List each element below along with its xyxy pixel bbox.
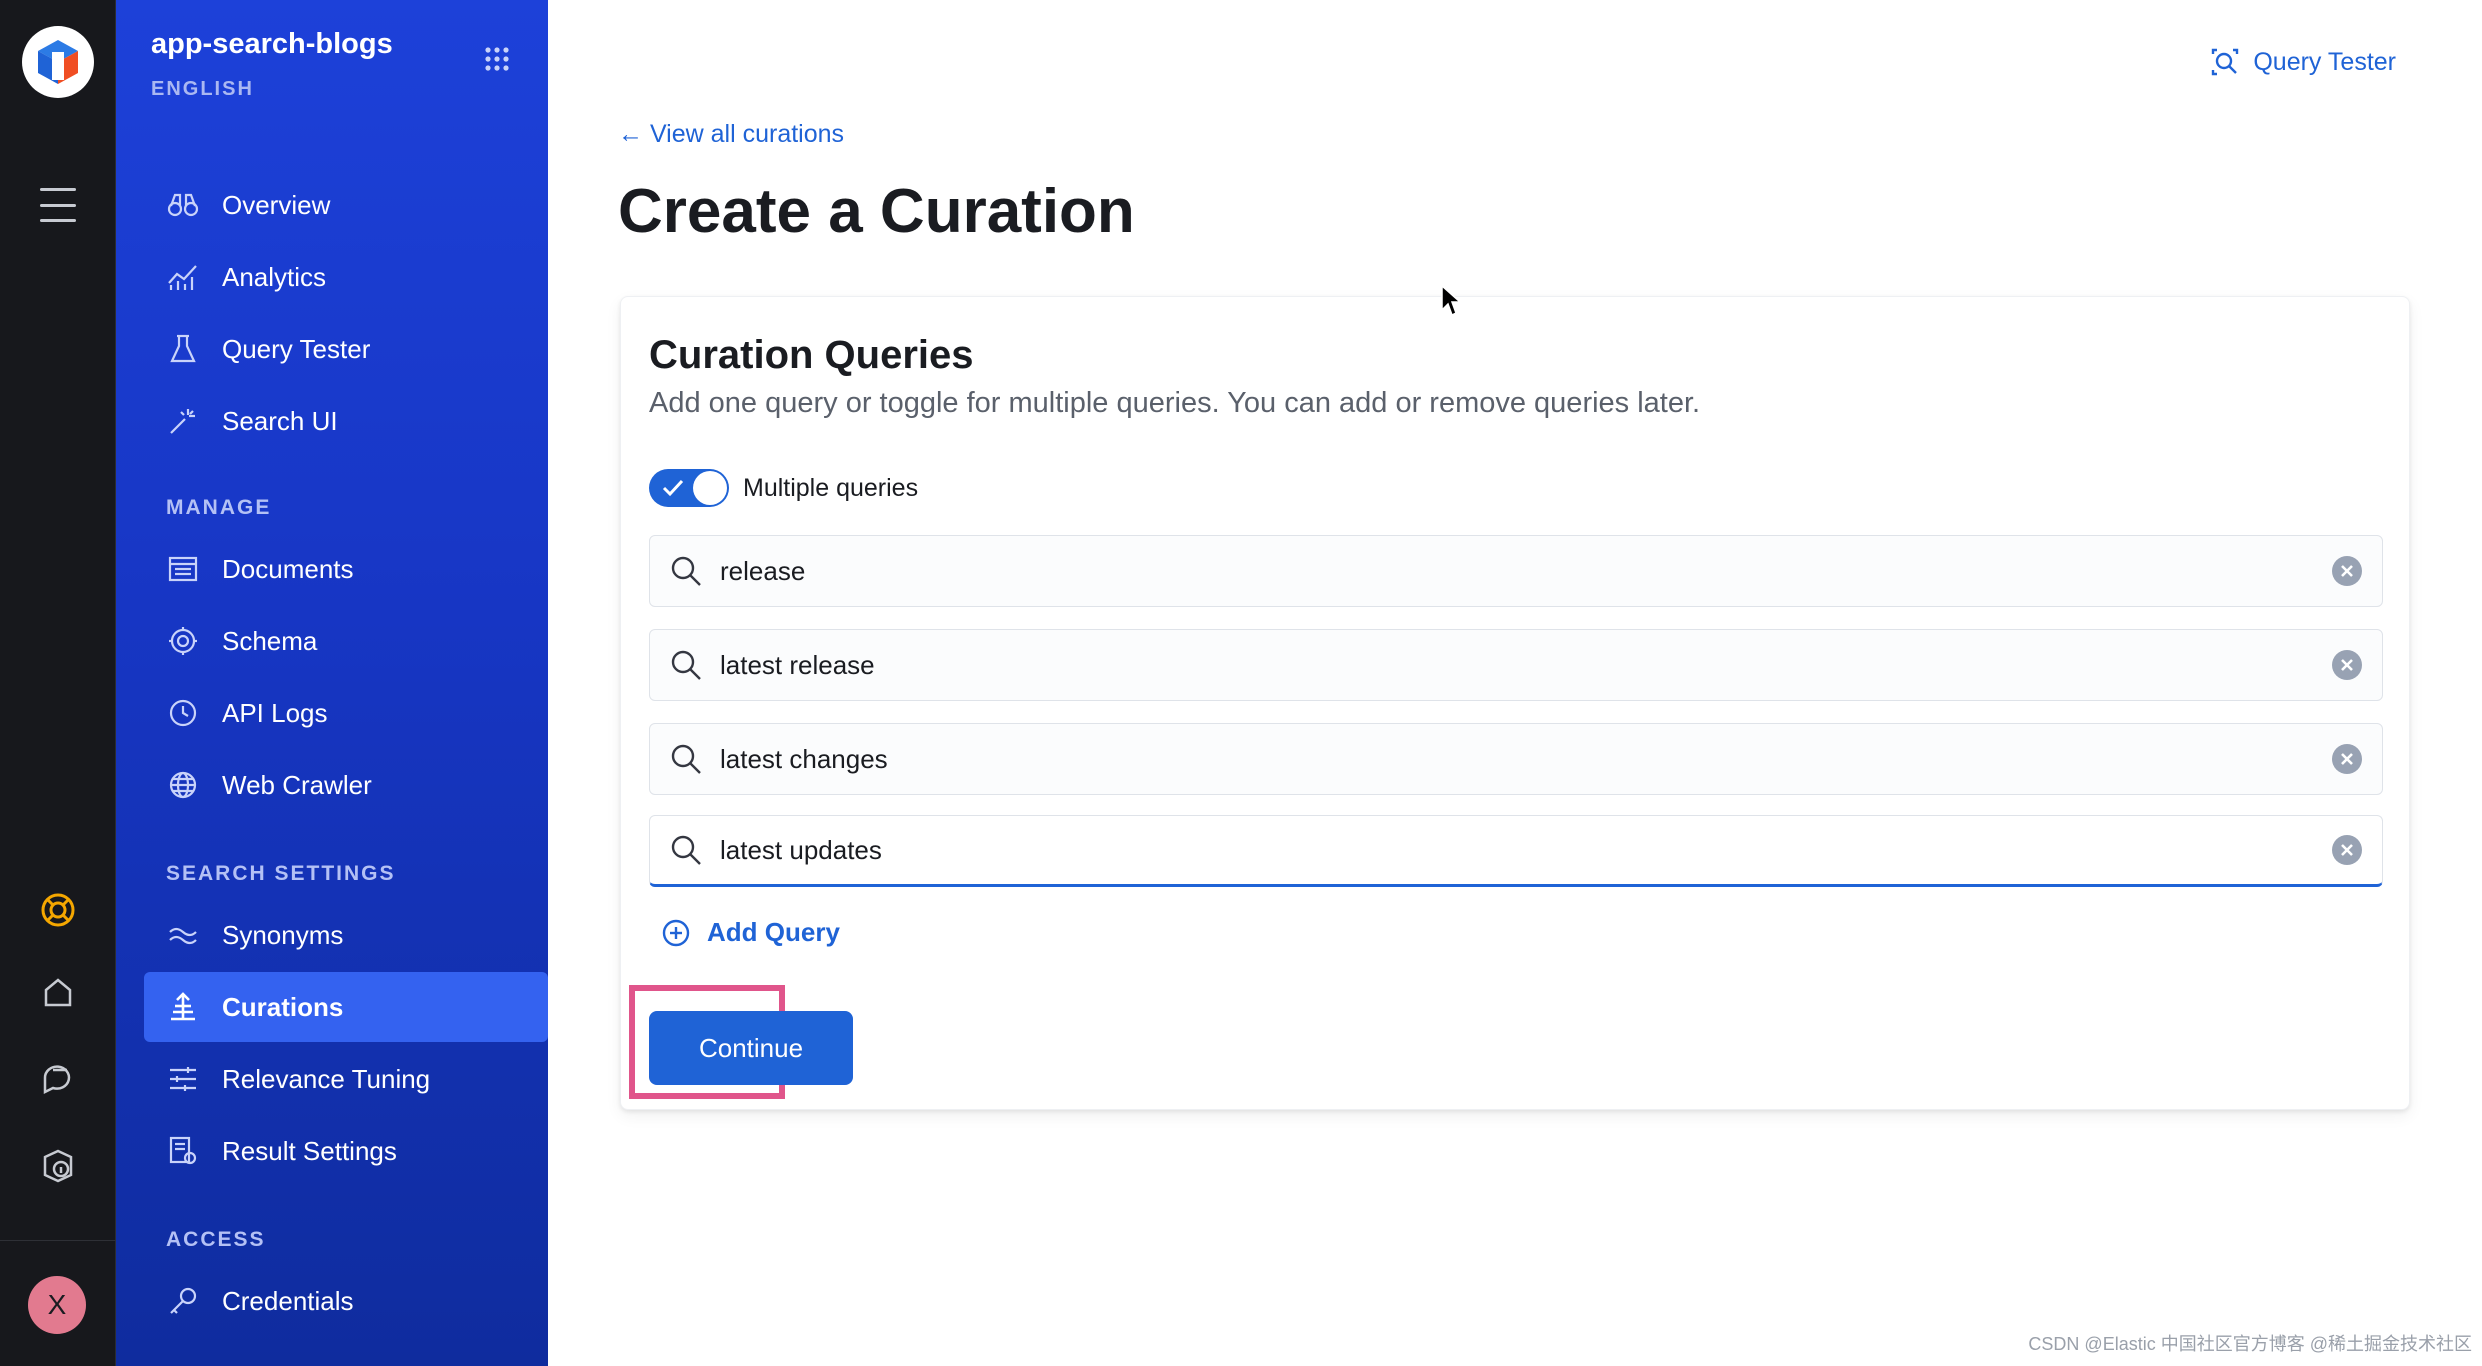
sidebar-item-label: API Logs <box>222 697 328 728</box>
sidebar-item-schema[interactable]: Schema <box>144 606 548 676</box>
info-package-icon[interactable] <box>34 1142 82 1190</box>
sidebar-item-label: Curations <box>222 991 344 1022</box>
add-query-button[interactable]: Add Query <box>661 917 840 948</box>
documents-icon <box>166 552 200 586</box>
help-lifebuoy-icon[interactable] <box>34 886 82 934</box>
sidebar-item-label: Query Tester <box>222 333 371 364</box>
sidebar-item-label: Schema <box>222 625 318 656</box>
clear-query-icon[interactable] <box>2332 650 2362 680</box>
search-icon <box>668 553 704 589</box>
query-input[interactable] <box>720 743 2332 775</box>
multiple-queries-toggle[interactable] <box>649 469 729 507</box>
query-tester-link[interactable]: Query Tester <box>2209 46 2396 78</box>
sidebar-item-label: Synonyms <box>222 919 344 950</box>
apps-grid-icon[interactable] <box>484 46 510 72</box>
avatar[interactable]: X <box>28 1276 86 1334</box>
gear-icon <box>166 624 200 658</box>
rail-divider <box>0 1240 116 1241</box>
hamburger-menu-icon[interactable] <box>40 188 76 222</box>
query-field[interactable] <box>649 815 2383 887</box>
magic-wand-icon <box>166 404 200 438</box>
beaker-icon <box>166 332 200 366</box>
query-field[interactable] <box>649 629 2383 701</box>
key-icon <box>166 1284 200 1318</box>
result-settings-icon <box>166 1134 200 1168</box>
panel-title: Curation Queries <box>649 333 974 377</box>
sidebar-item-analytics[interactable]: Analytics <box>144 242 548 312</box>
sidebar-item-label: Relevance Tuning <box>222 1063 431 1094</box>
sidebar-item-web-crawler[interactable]: Web Crawler <box>144 750 548 820</box>
page-title: Create a Curation <box>618 177 1135 246</box>
clear-query-icon[interactable] <box>2332 744 2362 774</box>
left-rail: X <box>0 0 116 1366</box>
synonyms-icon <box>166 918 200 952</box>
sidebar-item-credentials[interactable]: Credentials <box>144 1266 548 1336</box>
elastic-logo-icon[interactable] <box>22 26 94 98</box>
query-tester-label: Query Tester <box>2253 47 2396 76</box>
app-name: app-search-blogs <box>151 28 393 60</box>
curation-queries-panel: Curation Queries Add one query or toggle… <box>620 296 2410 1110</box>
sidebar-item-documents[interactable]: Documents <box>144 534 548 604</box>
watermark: CSDN @Elastic 中国社区官方博客 @稀土掘金技术社区 <box>2028 1334 2472 1354</box>
sliders-icon <box>166 1062 200 1096</box>
sidebar-item-label: Web Crawler <box>222 769 372 800</box>
add-query-label: Add Query <box>707 917 840 947</box>
query-field[interactable] <box>649 723 2383 795</box>
query-tester-icon <box>2209 46 2241 78</box>
globe-icon <box>166 768 200 802</box>
query-input[interactable] <box>720 649 2332 681</box>
continue-button[interactable]: Continue <box>649 1011 853 1085</box>
sidebar-item-label: Analytics <box>222 261 327 292</box>
binoculars-icon <box>166 188 200 222</box>
sidebar-item-result-settings[interactable]: Result Settings <box>144 1116 548 1186</box>
sidebar-item-label: Result Settings <box>222 1135 397 1166</box>
sidebar-item-relevance-tuning[interactable]: Relevance Tuning <box>144 1044 548 1114</box>
mouse-cursor-icon <box>1440 284 1462 323</box>
sidebar-item-synonyms[interactable]: Synonyms <box>144 900 548 970</box>
sidebar-item-label: Overview <box>222 189 331 220</box>
plus-circle-icon <box>661 918 691 948</box>
analytics-icon <box>166 260 200 294</box>
clock-icon <box>166 696 200 730</box>
chat-icon[interactable] <box>34 1054 82 1102</box>
toggle-label: Multiple queries <box>743 473 919 502</box>
sidebar-item-label: Search UI <box>222 405 338 436</box>
panel-description: Add one query or toggle for multiple que… <box>649 387 1701 419</box>
sidebar-item-search-ui[interactable]: Search UI <box>144 386 548 456</box>
sidebar-item-label: Documents <box>222 553 354 584</box>
query-input[interactable] <box>720 555 2332 587</box>
app-language: ENGLISH <box>151 78 254 100</box>
curations-icon <box>166 990 200 1024</box>
sidebar-item-overview[interactable]: Overview <box>144 170 548 240</box>
sidebar-item-curations[interactable]: Curations <box>144 972 548 1042</box>
section-search-settings: SEARCH SETTINGS <box>166 862 396 885</box>
section-manage: MANAGE <box>166 496 272 519</box>
query-field[interactable] <box>649 535 2383 607</box>
multiple-queries-toggle-row: Multiple queries <box>649 469 918 507</box>
home-icon[interactable] <box>34 968 82 1016</box>
search-icon <box>668 647 704 683</box>
view-all-curations-link[interactable]: ← View all curations <box>618 120 844 149</box>
sidebar: app-search-blogs ENGLISH Overview Analyt… <box>116 0 548 1366</box>
search-icon <box>668 832 704 868</box>
check-icon <box>661 476 685 505</box>
clear-query-icon[interactable] <box>2332 556 2362 586</box>
query-input[interactable] <box>720 834 2332 866</box>
section-access: ACCESS <box>166 1228 266 1251</box>
search-icon <box>668 741 704 777</box>
sidebar-item-api-logs[interactable]: API Logs <box>144 678 548 748</box>
sidebar-item-query-tester[interactable]: Query Tester <box>144 314 548 384</box>
sidebar-item-label: Credentials <box>222 1285 354 1316</box>
toggle-knob <box>693 471 727 505</box>
clear-query-icon[interactable] <box>2332 835 2362 865</box>
